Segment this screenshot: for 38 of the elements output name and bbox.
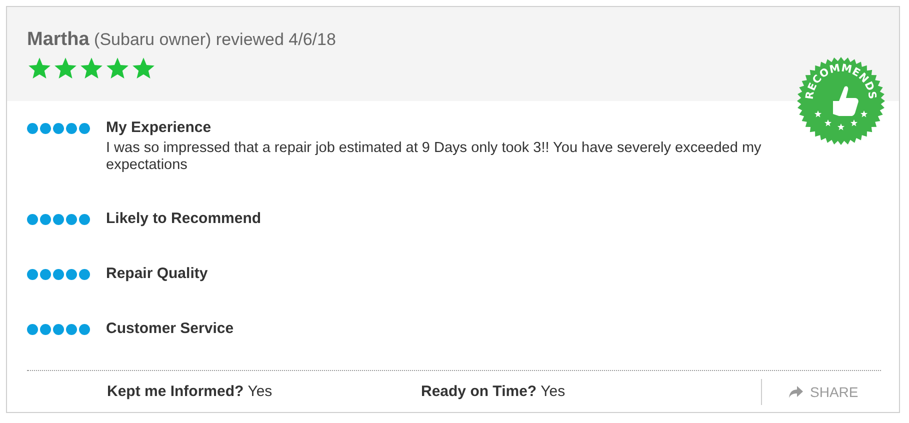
rating-title: My Experience: [106, 119, 212, 136]
rating-dot: [27, 214, 38, 225]
star-icon: [79, 56, 104, 81]
rating-title: Likely to Recommend: [106, 210, 262, 227]
share-arrow-icon: [788, 384, 804, 398]
question-label: Ready on Time?: [421, 383, 537, 400]
reviewer-name: Martha: [27, 29, 90, 50]
rating-dot: [53, 324, 64, 335]
rating-dot: [66, 324, 77, 335]
star-icon: [105, 56, 130, 81]
question-label: Kept me Informed?: [107, 383, 244, 400]
rating-dot: [40, 214, 51, 225]
rating-dot: [27, 269, 38, 280]
answer-value: Yes: [248, 383, 272, 400]
rating-dot: [40, 123, 51, 134]
rating-dot: [79, 123, 90, 134]
rating-dot: [53, 269, 64, 280]
star-icon: [27, 56, 52, 81]
rating-dot: [66, 214, 77, 225]
rating-dot: [79, 269, 90, 280]
rating-dot: [40, 269, 51, 280]
rating-dot: [66, 269, 77, 280]
rating-dot: [53, 214, 64, 225]
rating-title: Repair Quality: [106, 265, 208, 282]
answer-value: Yes: [540, 383, 566, 400]
share-button[interactable]: SHARE: [788, 384, 858, 400]
star-icon: [53, 56, 78, 81]
review-meta: (Subaru owner) reviewed 4/6/18: [94, 30, 336, 49]
rating-dot: [27, 123, 38, 134]
rating-title: Customer Service: [106, 320, 234, 337]
star-icon: [131, 56, 156, 81]
rating-dot: [79, 214, 90, 225]
rating-dot: [53, 123, 64, 134]
rating-dot: [27, 324, 38, 335]
rating-dot: [40, 324, 51, 335]
rating-dot: [79, 324, 90, 335]
review-comment: I was so impressed that a repair job estimated at 9 Days only took 3!! You have severely exceeded my expectations: [106, 140, 762, 174]
rating-dot: [66, 123, 77, 134]
